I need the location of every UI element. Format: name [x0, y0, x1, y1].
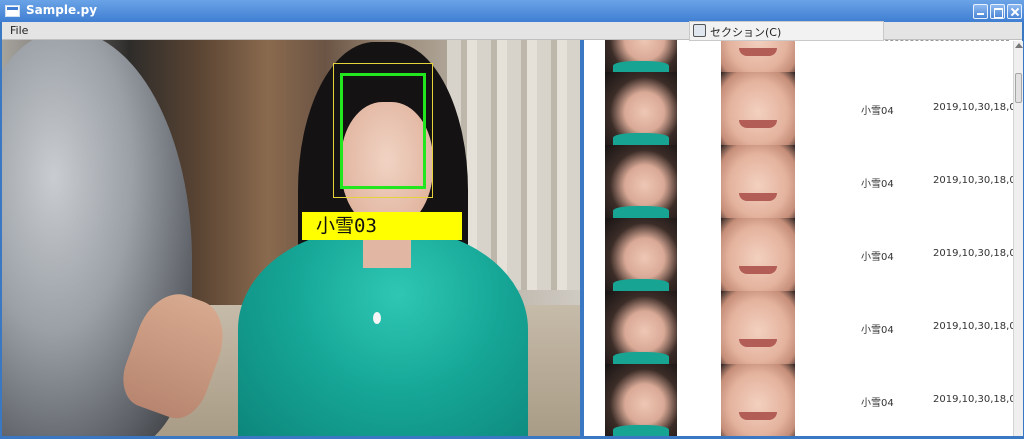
row-date: 2019,10,30,18,08,4: [933, 102, 1022, 113]
section-icon: [693, 24, 706, 37]
face-detection-box: [340, 73, 426, 189]
detected-face-thumbnail: [605, 218, 677, 291]
window-title: Sample.py: [26, 3, 98, 17]
table-row[interactable]: [584, 40, 1012, 73]
maximize-button[interactable]: [990, 4, 1005, 19]
registered-face-thumbnail: [721, 364, 795, 436]
row-name: 小雪04: [861, 252, 894, 263]
window-icon: [5, 5, 20, 17]
row-date: 2019,10,30,18,08,4: [933, 321, 1022, 332]
table-row[interactable]: 小雪04 2019,10,30,18,08,4: [584, 218, 1022, 291]
app-window: Sample.py File 小雪03 小雪04 2019,10,30,18,0…: [0, 0, 1024, 439]
table-row[interactable]: 小雪04 2019,10,30,18,08,4: [584, 291, 1022, 364]
detected-face-thumbnail: [605, 72, 677, 145]
row-name: 小雪04: [861, 398, 894, 409]
section-header[interactable]: セクション(C): [689, 21, 884, 41]
row-date: 2019,10,30,18,08,4: [933, 394, 1022, 405]
table-row[interactable]: 小雪04 2019,10,30,18,08,4: [584, 72, 1022, 145]
registered-face-thumbnail: [721, 40, 795, 73]
section-label: セクション(C): [710, 26, 782, 39]
close-button[interactable]: [1007, 4, 1022, 19]
detected-face-thumbnail: [605, 291, 677, 364]
results-panel: 小雪04 2019,10,30,18,08,4 小雪04 2019,10,30,…: [584, 40, 1022, 436]
scrollbar-thumb[interactable]: [1015, 73, 1022, 103]
video-frame: 小雪03: [2, 40, 580, 436]
title-bar[interactable]: Sample.py: [0, 0, 1024, 22]
row-date: 2019,10,30,18,08,4: [933, 248, 1022, 259]
detected-face-thumbnail: [605, 40, 677, 73]
registered-face-thumbnail: [721, 291, 795, 364]
row-name: 小雪04: [861, 179, 894, 190]
row-name: 小雪04: [861, 325, 894, 336]
registered-face-thumbnail: [721, 145, 795, 218]
table-row[interactable]: 小雪04 2019,10,30,18,08,4: [584, 145, 1022, 218]
face-name-label: 小雪03: [302, 212, 462, 240]
person-pendant: [373, 312, 381, 324]
scroll-up-icon[interactable]: [1015, 43, 1023, 48]
vertical-scrollbar[interactable]: [1013, 41, 1023, 436]
menu-file[interactable]: File: [10, 24, 28, 37]
row-date: 2019,10,30,18,08,4: [933, 175, 1022, 186]
minimize-button[interactable]: [973, 4, 988, 19]
registered-face-thumbnail: [721, 72, 795, 145]
table-row[interactable]: 小雪04 2019,10,30,18,08,4: [584, 364, 1022, 436]
detected-face-thumbnail: [605, 364, 677, 436]
row-name: 小雪04: [861, 106, 894, 117]
registered-face-thumbnail: [721, 218, 795, 291]
detected-face-thumbnail: [605, 145, 677, 218]
